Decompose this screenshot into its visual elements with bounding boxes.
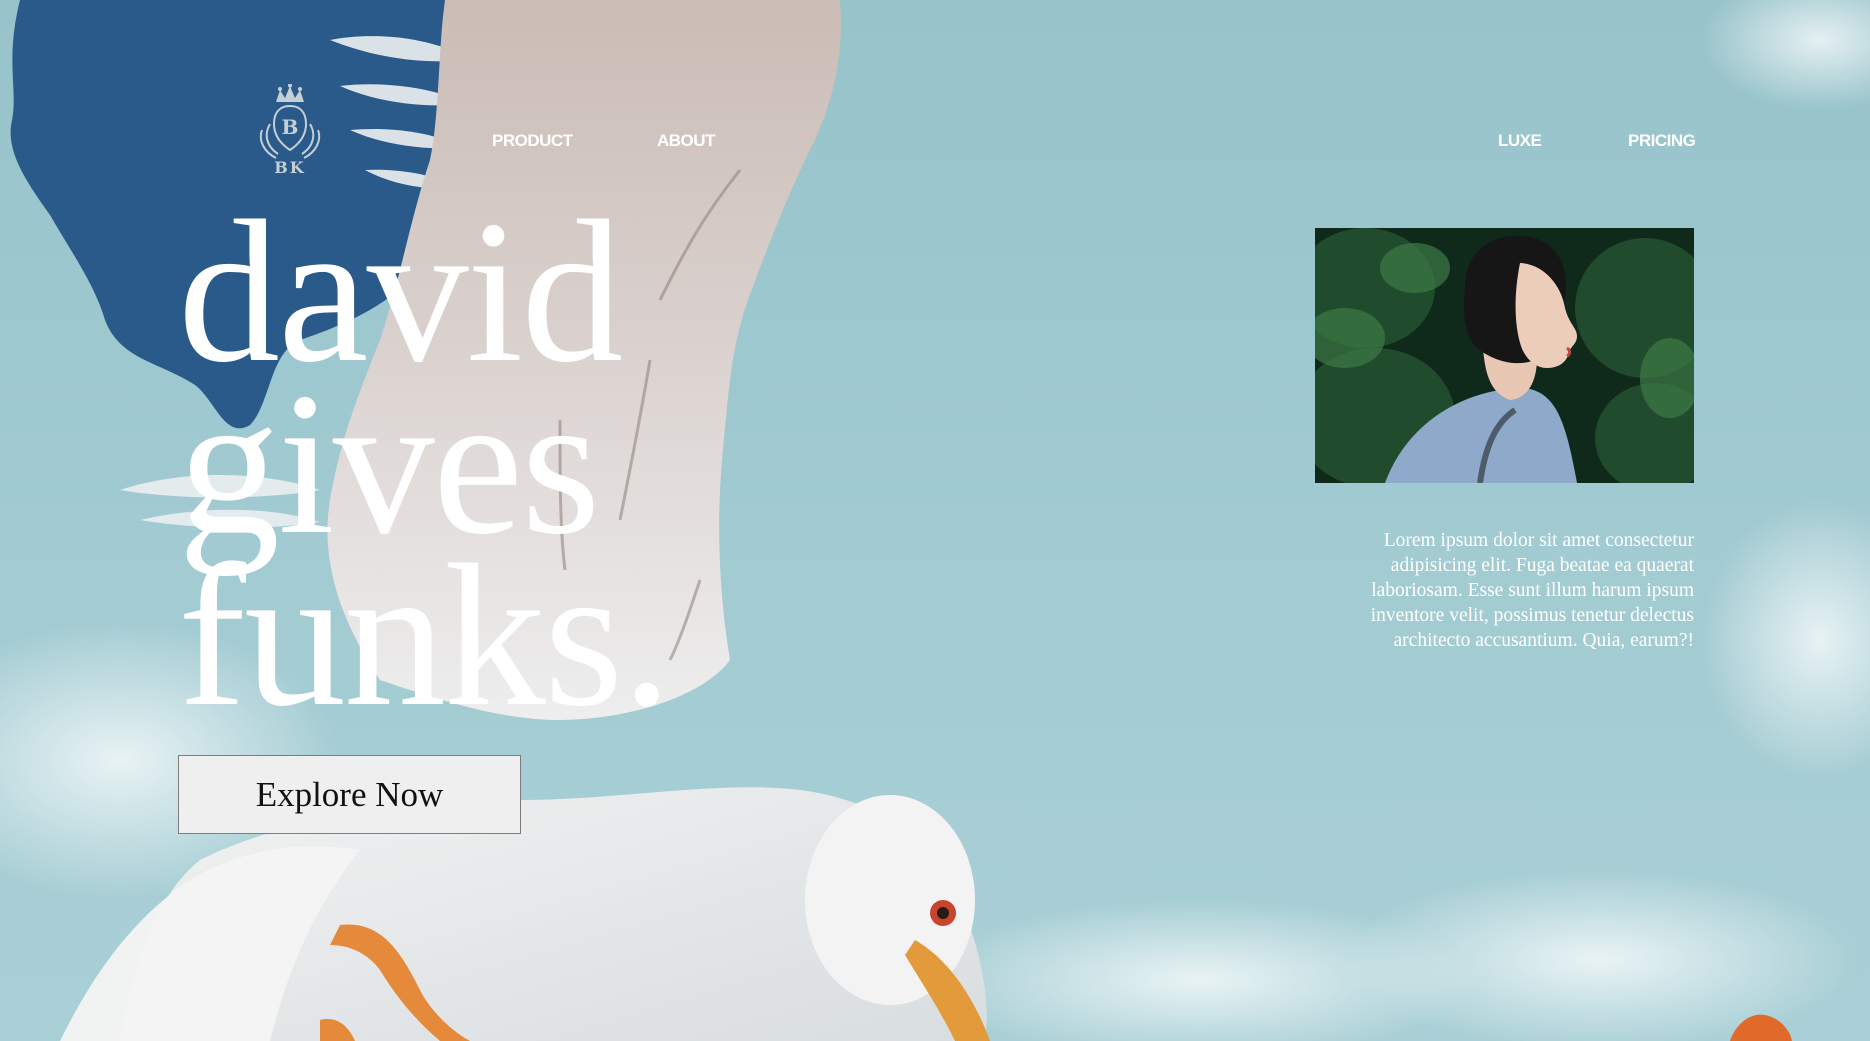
logo-letters: BK (274, 158, 306, 177)
hero-headline-line-3: funks. (178, 523, 672, 749)
brand-logo[interactable]: B BK (250, 83, 330, 184)
nav-link-product[interactable]: PRODUCT (492, 131, 573, 151)
portrait-photo (1315, 228, 1694, 483)
nav-link-pricing[interactable]: PRICING (1628, 131, 1696, 151)
explore-now-button[interactable]: Explore Now (178, 755, 521, 834)
crest-icon: B (259, 83, 321, 159)
cloud-shape (1700, 500, 1870, 780)
nav-link-luxe[interactable]: LUXE (1498, 131, 1542, 151)
seagull-pupil-shape (937, 907, 949, 919)
cloud-shape (1340, 870, 1860, 1041)
cloud-shape (1700, 0, 1870, 110)
crest-letter: B (282, 115, 299, 139)
page: B BK PRODUCT ABOUT LUXE PRICING david gi… (0, 0, 1870, 1041)
portrait-image (1315, 228, 1694, 483)
nav-link-about[interactable]: ABOUT (657, 131, 715, 151)
intro-paragraph: Lorem ipsum dolor sit amet consectetur a… (1370, 530, 1694, 651)
